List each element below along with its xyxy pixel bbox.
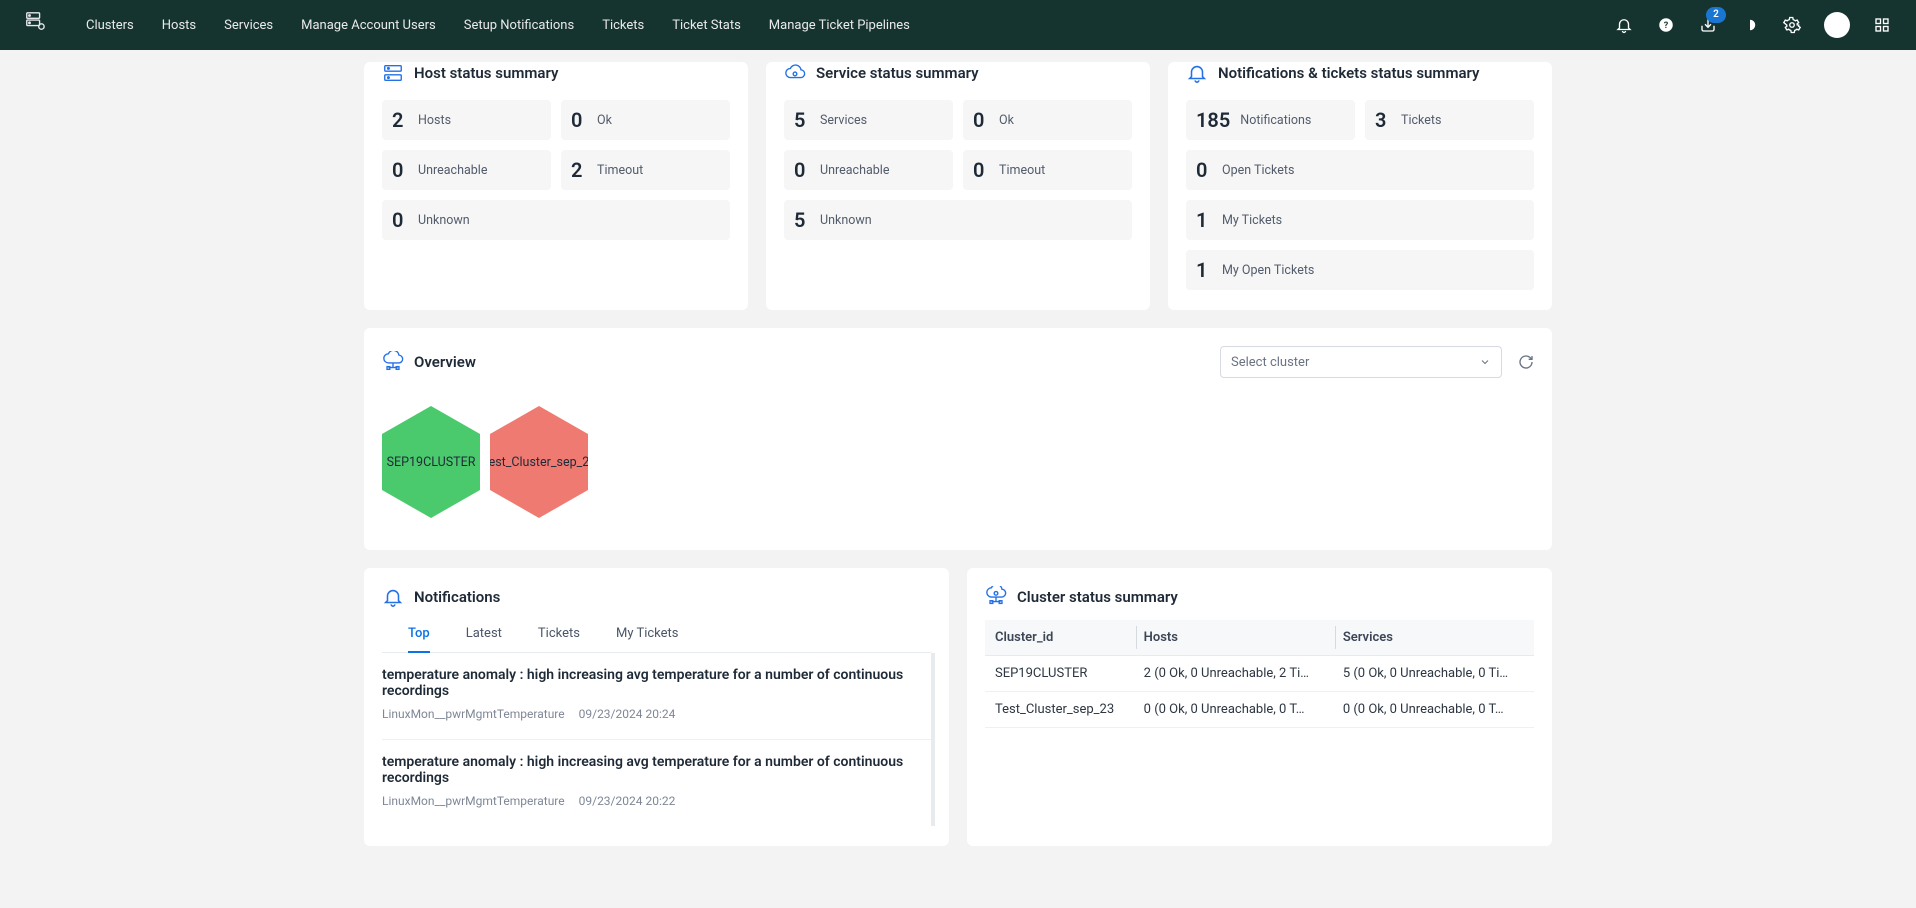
tab-tickets[interactable]: Tickets xyxy=(538,618,580,653)
card-notif-summary: Notifications & tickets status summary 1… xyxy=(1168,62,1552,310)
svc-stat-timeout[interactable]: 0 Timeout xyxy=(963,150,1132,190)
nav-link-manage-account-users[interactable]: Manage Account Users xyxy=(301,18,436,33)
nav-link-clusters[interactable]: Clusters xyxy=(86,18,134,33)
server-icon xyxy=(382,62,404,84)
cloud-settings-icon xyxy=(784,62,806,84)
refresh-icon[interactable] xyxy=(1518,354,1534,370)
card-notifications: Notifications Top Latest Tickets My Tick… xyxy=(364,568,949,846)
cluster-select-placeholder: Select cluster xyxy=(1231,355,1309,370)
card-service-summary: Service status summary 5 Services 0 Ok 0… xyxy=(766,62,1150,310)
top-navbar: Clusters Hosts Services Manage Account U… xyxy=(0,0,1916,50)
nav-link-hosts[interactable]: Hosts xyxy=(162,18,196,33)
nav-link-services[interactable]: Services xyxy=(224,18,273,33)
notif-stat-open-tickets[interactable]: 0 Open Tickets xyxy=(1186,150,1534,190)
notification-item-source: LinuxMon__pwrMgmtTemperature xyxy=(382,707,565,721)
host-summary-title: Host status summary xyxy=(414,64,558,82)
tab-latest[interactable]: Latest xyxy=(466,618,502,653)
notification-list: temperature anomaly : high increasing av… xyxy=(382,653,935,826)
svc-stat-unreachable[interactable]: 0 Unreachable xyxy=(784,150,953,190)
nav-link-tickets[interactable]: Tickets xyxy=(602,18,644,33)
bell-outline-icon xyxy=(1186,62,1208,84)
notif-stat-notifications[interactable]: 185 Notifications xyxy=(1186,100,1355,140)
notif-stat-my-open-tickets[interactable]: 1 My Open Tickets xyxy=(1186,250,1534,290)
cluster-select[interactable]: Select cluster xyxy=(1220,346,1502,378)
host-stat-unknown[interactable]: 0 Unknown xyxy=(382,200,730,240)
inbox-badge: 2 xyxy=(1706,7,1726,23)
host-stat-hosts[interactable]: 2 Hosts xyxy=(382,100,551,140)
gear-icon[interactable] xyxy=(1782,15,1802,35)
svg-text:?: ? xyxy=(1664,21,1669,31)
theme-toggle-icon[interactable] xyxy=(1740,15,1760,35)
overview-title: Overview xyxy=(414,353,476,371)
cloud-network-icon xyxy=(382,351,404,373)
nav-link-manage-ticket-pipelines[interactable]: Manage Ticket Pipelines xyxy=(769,18,910,33)
nav-link-setup-notifications[interactable]: Setup Notifications xyxy=(464,18,574,33)
cluster-node-sep19cluster[interactable]: SEP19CLUSTER xyxy=(382,406,480,518)
notif-summary-title: Notifications & tickets status summary xyxy=(1218,64,1480,82)
help-icon[interactable]: ? xyxy=(1656,15,1676,35)
nav-links: Clusters Hosts Services Manage Account U… xyxy=(86,18,910,33)
cluster-status-title: Cluster status summary xyxy=(1017,588,1178,606)
table-row[interactable]: Test_Cluster_sep_23 0 (0 Ok, 0 Unreachab… xyxy=(985,692,1534,728)
inbox-icon[interactable]: 2 xyxy=(1698,15,1718,35)
cluster-node-test-cluster-sep-23[interactable]: Test_Cluster_sep_23 xyxy=(490,406,588,518)
col-services[interactable]: Services xyxy=(1335,620,1534,656)
nav-link-ticket-stats[interactable]: Ticket Stats xyxy=(672,18,741,33)
host-stat-timeout[interactable]: 2 Timeout xyxy=(561,150,730,190)
svc-stat-services[interactable]: 5 Services xyxy=(784,100,953,140)
notification-item-title: temperature anomaly : high increasing av… xyxy=(382,754,931,786)
cloud-network-icon xyxy=(985,586,1007,608)
table-row[interactable]: SEP19CLUSTER 2 (0 Ok, 0 Unreachable, 2 T… xyxy=(985,656,1534,692)
notif-stat-my-tickets[interactable]: 1 My Tickets xyxy=(1186,200,1534,240)
service-summary-title: Service status summary xyxy=(816,64,979,82)
card-overview: Overview Select cluster SEP19CLUSTER Tes… xyxy=(364,328,1552,550)
avatar[interactable] xyxy=(1824,12,1850,38)
cluster-status-table: Cluster_id Hosts Services SEP19CLUSTER 2… xyxy=(985,620,1534,728)
host-stat-ok[interactable]: 0 Ok xyxy=(561,100,730,140)
notification-item-time: 09/23/2024 20:22 xyxy=(579,794,676,808)
notification-tabs: Top Latest Tickets My Tickets xyxy=(382,618,931,653)
bell-icon[interactable] xyxy=(1614,15,1634,35)
notification-item[interactable]: temperature anomaly : high increasing av… xyxy=(382,653,931,740)
card-cluster-status: Cluster status summary Cluster_id Hosts … xyxy=(967,568,1552,846)
notification-item-source: LinuxMon__pwrMgmtTemperature xyxy=(382,794,565,808)
col-hosts[interactable]: Hosts xyxy=(1136,620,1335,656)
nav-icons: ? 2 xyxy=(1614,12,1892,38)
notifications-title: Notifications xyxy=(414,588,500,606)
col-cluster-id[interactable]: Cluster_id xyxy=(985,620,1136,656)
tab-top[interactable]: Top xyxy=(408,618,430,653)
cluster-node-label: Test_Cluster_sep_23 xyxy=(482,455,597,470)
notification-item-time: 09/23/2024 20:24 xyxy=(579,707,676,721)
svc-stat-unknown[interactable]: 5 Unknown xyxy=(784,200,1132,240)
card-host-summary: Host status summary 2 Hosts 0 Ok 0 Unrea… xyxy=(364,62,748,310)
tab-my-tickets[interactable]: My Tickets xyxy=(616,618,679,653)
apps-grid-icon[interactable] xyxy=(1872,15,1892,35)
notif-stat-tickets[interactable]: 3 Tickets xyxy=(1365,100,1534,140)
svc-stat-ok[interactable]: 0 Ok xyxy=(963,100,1132,140)
chevron-down-icon xyxy=(1479,356,1491,368)
host-stat-unreachable[interactable]: 0 Unreachable xyxy=(382,150,551,190)
notification-item-title: temperature anomaly : high increasing av… xyxy=(382,667,931,699)
notification-item[interactable]: temperature anomaly : high increasing av… xyxy=(382,740,931,826)
app-logo xyxy=(24,10,54,40)
cluster-node-label: SEP19CLUSTER xyxy=(387,455,476,470)
bell-outline-icon xyxy=(382,586,404,608)
